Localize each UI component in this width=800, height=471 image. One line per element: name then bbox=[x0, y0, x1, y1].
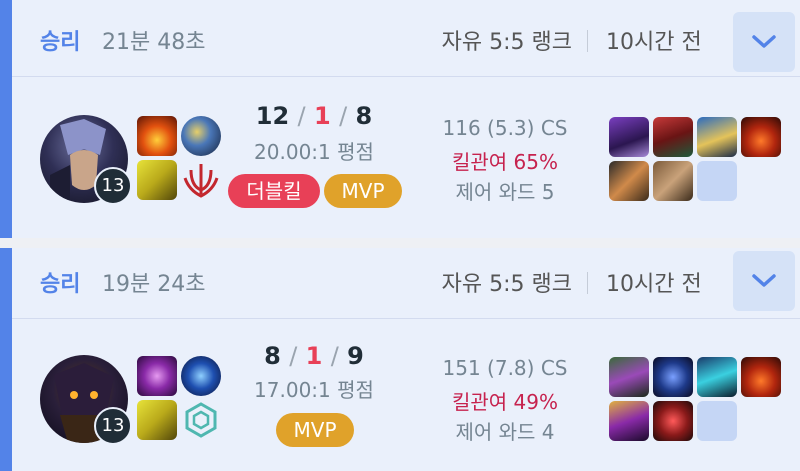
queue-type: 자유 5:5 랭크 bbox=[441, 272, 572, 297]
item-3-icon[interactable] bbox=[697, 357, 737, 397]
match-duration: 21분 48초 bbox=[102, 30, 206, 55]
kill-participation: 킬관여 49% bbox=[451, 390, 558, 414]
time-ago: 10시간 전 bbox=[606, 272, 702, 297]
expand-button[interactable] bbox=[733, 12, 795, 72]
champion-level: 13 bbox=[94, 167, 132, 205]
assists: 9 bbox=[347, 342, 364, 370]
deaths: 1 bbox=[314, 102, 331, 130]
win-indicator bbox=[0, 0, 12, 238]
item-2-icon[interactable] bbox=[653, 357, 693, 397]
empty-item-slot bbox=[697, 401, 737, 441]
spell-exhaust-icon[interactable] bbox=[137, 356, 177, 396]
kda-slash: / bbox=[330, 342, 339, 370]
queue-type: 자유 5:5 랭크 bbox=[441, 30, 572, 55]
kills: 12 bbox=[255, 102, 290, 130]
divider bbox=[587, 272, 588, 294]
deaths: 1 bbox=[305, 342, 323, 370]
win-indicator bbox=[0, 248, 12, 471]
multikill-badge: 더블킬 bbox=[228, 174, 320, 208]
spell-flash-icon[interactable] bbox=[137, 400, 177, 440]
rune-sorcery-icon[interactable] bbox=[181, 116, 221, 156]
time-ago: 10시간 전 bbox=[606, 30, 702, 55]
cs-count: 151 (7.8) CS bbox=[442, 356, 568, 380]
rune-domination-icon[interactable] bbox=[181, 160, 221, 200]
item-1-icon[interactable] bbox=[609, 117, 649, 157]
kda-slash: / bbox=[339, 102, 348, 130]
divider bbox=[587, 30, 588, 52]
expand-button[interactable] bbox=[733, 251, 795, 311]
champion-level: 13 bbox=[94, 407, 132, 445]
chevron-down-icon bbox=[752, 274, 776, 287]
kda-ratio: 20.00:1 평점 bbox=[254, 140, 374, 164]
match-card[interactable]: 승리 19분 24초 자유 5:5 랭크 10시간 전 13 8 / 1 / 9 bbox=[0, 248, 800, 471]
rune-resolve-icon[interactable] bbox=[181, 400, 221, 440]
control-wards: 제어 와드 5 bbox=[455, 180, 555, 204]
item-4-icon[interactable] bbox=[609, 401, 649, 441]
item-5-icon[interactable] bbox=[653, 161, 693, 201]
match-card[interactable]: 승리 21분 48초 자유 5:5 랭크 10시간 전 13 12 / 1 / … bbox=[0, 0, 800, 238]
control-wards: 제어 와드 4 bbox=[455, 420, 555, 444]
domination-glyph-icon bbox=[183, 164, 219, 198]
match-duration: 19분 24초 bbox=[102, 272, 206, 297]
match-result: 승리 bbox=[40, 30, 81, 55]
kills: 8 bbox=[264, 342, 281, 370]
mvp-badge: MVP bbox=[324, 174, 402, 208]
item-2-icon[interactable] bbox=[653, 117, 693, 157]
item-3-icon[interactable] bbox=[697, 117, 737, 157]
mvp-badge: MVP bbox=[276, 413, 354, 447]
empty-item-slot bbox=[697, 161, 737, 201]
trinket-icon[interactable] bbox=[741, 357, 781, 397]
spell-flash-icon[interactable] bbox=[137, 160, 177, 200]
rune-electrocute-icon[interactable] bbox=[181, 356, 221, 396]
trinket-icon[interactable] bbox=[741, 117, 781, 157]
item-1-icon[interactable] bbox=[609, 357, 649, 397]
item-4-icon[interactable] bbox=[609, 161, 649, 201]
item-5-icon[interactable] bbox=[653, 401, 693, 441]
chevron-down-icon bbox=[752, 35, 776, 48]
kda-score: 8 / 1 / 9 bbox=[224, 342, 404, 370]
spell-ignite-icon[interactable] bbox=[137, 116, 177, 156]
kda-ratio: 17.00:1 평점 bbox=[254, 378, 374, 402]
match-header: 승리 21분 48초 자유 5:5 랭크 10시간 전 bbox=[12, 0, 800, 77]
kda-slash: / bbox=[297, 102, 306, 130]
kda-score: 12 / 1 / 8 bbox=[224, 102, 404, 130]
kill-participation: 킬관여 65% bbox=[451, 150, 558, 174]
match-result: 승리 bbox=[40, 272, 81, 297]
cs-count: 116 (5.3) CS bbox=[442, 116, 568, 140]
resolve-glyph-icon bbox=[185, 402, 217, 438]
kda-slash: / bbox=[289, 342, 298, 370]
assists: 8 bbox=[355, 102, 373, 130]
match-header: 승리 19분 24초 자유 5:5 랭크 10시간 전 bbox=[12, 248, 800, 319]
